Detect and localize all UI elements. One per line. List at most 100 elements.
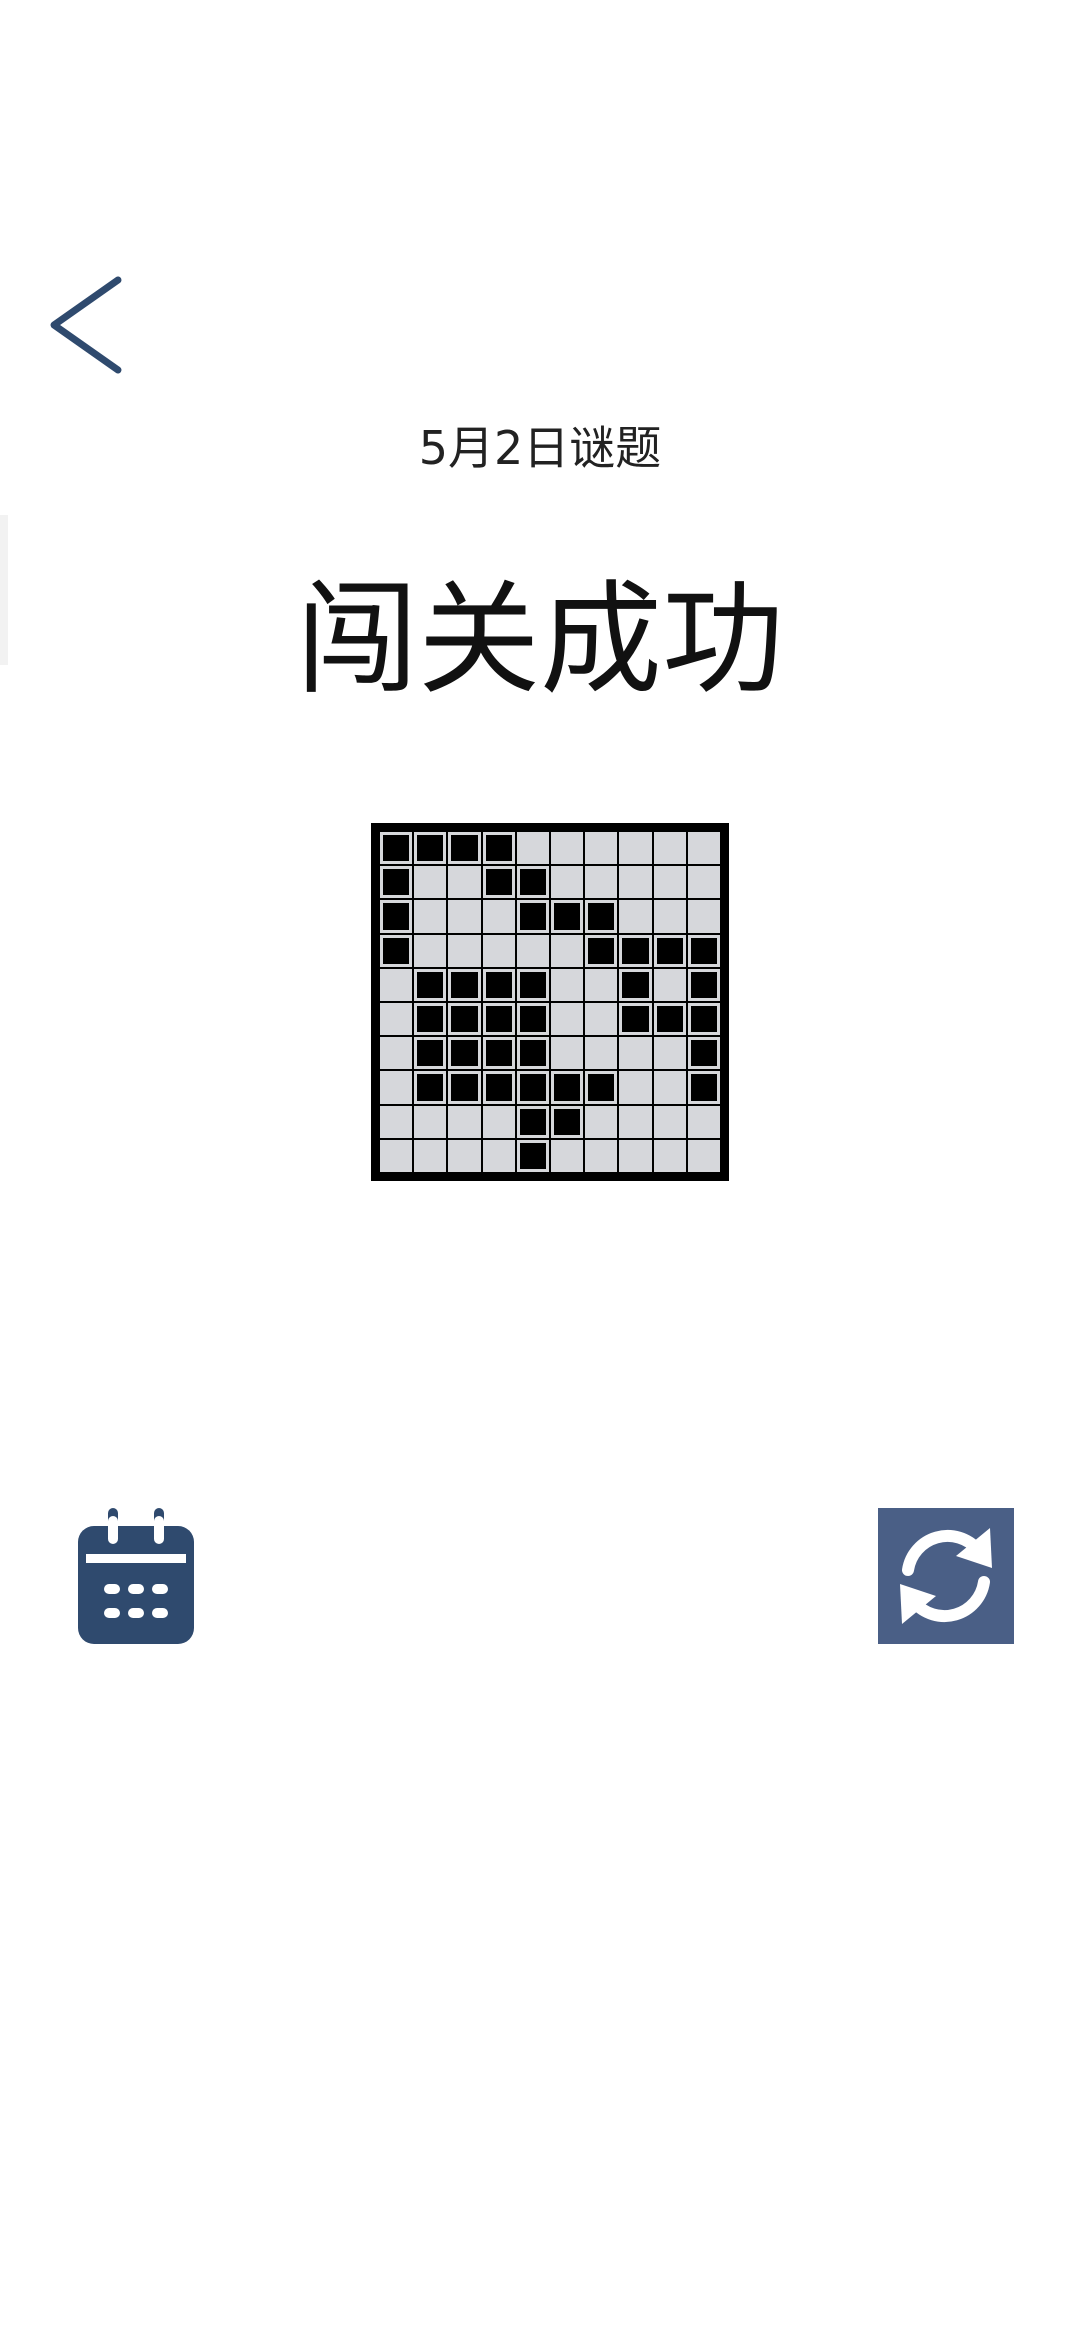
grid-cell-empty[interactable] — [414, 866, 447, 899]
grid-cell-empty[interactable] — [551, 832, 584, 865]
grid-cell-empty[interactable] — [380, 1105, 413, 1138]
grid-cell-empty[interactable] — [653, 1037, 686, 1070]
grid-cell-empty[interactable] — [653, 968, 686, 1001]
grid-cell-empty[interactable] — [551, 968, 584, 1001]
grid-cell-filled[interactable] — [448, 1037, 481, 1070]
grid-cell-filled[interactable] — [653, 934, 686, 967]
grid-cell-filled[interactable] — [619, 1003, 652, 1036]
grid-cell-filled[interactable] — [482, 1003, 515, 1036]
grid-cell-filled[interactable] — [414, 1071, 447, 1104]
grid-cell-filled[interactable] — [414, 1037, 447, 1070]
grid-cell-filled[interactable] — [414, 832, 447, 865]
grid-cell-filled[interactable] — [516, 900, 549, 933]
grid-cell-empty[interactable] — [380, 1003, 413, 1036]
grid-cell-filled[interactable] — [516, 1037, 549, 1070]
grid-cell-empty[interactable] — [653, 866, 686, 899]
grid-cell-filled[interactable] — [619, 968, 652, 1001]
grid-cell-empty[interactable] — [380, 1071, 413, 1104]
grid-cell-filled[interactable] — [551, 1071, 584, 1104]
grid-cell-filled[interactable] — [380, 900, 413, 933]
grid-cell-empty[interactable] — [653, 900, 686, 933]
grid-cell-filled[interactable] — [448, 1071, 481, 1104]
grid-cell-filled[interactable] — [516, 866, 549, 899]
grid-cell-filled[interactable] — [516, 1003, 549, 1036]
grid-cell-filled[interactable] — [482, 1037, 515, 1070]
refresh-button[interactable] — [878, 1508, 1014, 1644]
grid-cell-empty[interactable] — [482, 1139, 515, 1172]
grid-cell-empty[interactable] — [414, 900, 447, 933]
grid-cell-filled[interactable] — [482, 1071, 515, 1104]
grid-cell-empty[interactable] — [448, 900, 481, 933]
grid-cell-filled[interactable] — [687, 968, 720, 1001]
grid-cell-filled[interactable] — [482, 866, 515, 899]
grid-cell-empty[interactable] — [585, 1003, 618, 1036]
grid-cell-empty[interactable] — [551, 1037, 584, 1070]
grid-cell-filled[interactable] — [551, 900, 584, 933]
grid-cell-filled[interactable] — [551, 1105, 584, 1138]
grid-cell-filled[interactable] — [585, 934, 618, 967]
grid-cell-empty[interactable] — [380, 1139, 413, 1172]
grid-cell-empty[interactable] — [619, 1105, 652, 1138]
grid-cell-empty[interactable] — [448, 866, 481, 899]
grid-cell-filled[interactable] — [516, 1105, 549, 1138]
grid-cell-empty[interactable] — [687, 832, 720, 865]
grid-cell-empty[interactable] — [414, 1139, 447, 1172]
grid-cell-empty[interactable] — [448, 1105, 481, 1138]
grid-cell-empty[interactable] — [619, 866, 652, 899]
grid-cell-filled[interactable] — [687, 1071, 720, 1104]
grid-cell-empty[interactable] — [619, 900, 652, 933]
grid-cell-empty[interactable] — [619, 1037, 652, 1070]
grid-cell-empty[interactable] — [619, 1139, 652, 1172]
grid-cell-filled[interactable] — [482, 832, 515, 865]
grid-cell-filled[interactable] — [380, 866, 413, 899]
grid-cell-filled[interactable] — [448, 968, 481, 1001]
grid-cell-empty[interactable] — [585, 866, 618, 899]
grid-cell-filled[interactable] — [414, 968, 447, 1001]
grid-cell-filled[interactable] — [380, 832, 413, 865]
calendar-button[interactable] — [78, 1508, 194, 1644]
grid-cell-empty[interactable] — [687, 1105, 720, 1138]
grid-cell-filled[interactable] — [414, 1003, 447, 1036]
grid-cell-empty[interactable] — [482, 934, 515, 967]
grid-cell-empty[interactable] — [585, 1037, 618, 1070]
back-button[interactable] — [40, 270, 130, 380]
grid-cell-filled[interactable] — [516, 1139, 549, 1172]
grid-cell-empty[interactable] — [551, 866, 584, 899]
grid-cell-empty[interactable] — [619, 832, 652, 865]
grid-cell-filled[interactable] — [448, 1003, 481, 1036]
grid-cell-empty[interactable] — [414, 1105, 447, 1138]
grid-cell-empty[interactable] — [551, 1139, 584, 1172]
grid-cell-filled[interactable] — [516, 1071, 549, 1104]
grid-cell-empty[interactable] — [687, 1139, 720, 1172]
grid-cell-filled[interactable] — [619, 934, 652, 967]
grid-cell-empty[interactable] — [653, 1139, 686, 1172]
grid-cell-empty[interactable] — [516, 832, 549, 865]
grid-cell-empty[interactable] — [585, 1139, 618, 1172]
grid-cell-filled[interactable] — [482, 968, 515, 1001]
grid-cell-empty[interactable] — [516, 934, 549, 967]
grid-cell-empty[interactable] — [619, 1071, 652, 1104]
grid-cell-empty[interactable] — [482, 1105, 515, 1138]
grid-cell-filled[interactable] — [448, 832, 481, 865]
grid-cell-empty[interactable] — [551, 1003, 584, 1036]
grid-cell-empty[interactable] — [585, 832, 618, 865]
grid-cell-empty[interactable] — [687, 866, 720, 899]
grid-cell-empty[interactable] — [551, 934, 584, 967]
grid-cell-empty[interactable] — [585, 968, 618, 1001]
grid-cell-empty[interactable] — [653, 1105, 686, 1138]
grid-cell-filled[interactable] — [516, 968, 549, 1001]
grid-cell-empty[interactable] — [380, 1037, 413, 1070]
grid-cell-filled[interactable] — [687, 1003, 720, 1036]
grid-cell-empty[interactable] — [448, 934, 481, 967]
grid-cell-empty[interactable] — [482, 900, 515, 933]
grid-cell-empty[interactable] — [414, 934, 447, 967]
grid-cell-filled[interactable] — [585, 1071, 618, 1104]
grid-cell-empty[interactable] — [653, 832, 686, 865]
grid-cell-filled[interactable] — [687, 934, 720, 967]
grid-cell-empty[interactable] — [585, 1105, 618, 1138]
grid-cell-filled[interactable] — [687, 1037, 720, 1070]
grid-cell-empty[interactable] — [653, 1071, 686, 1104]
grid-cell-empty[interactable] — [380, 968, 413, 1001]
grid-cell-empty[interactable] — [687, 900, 720, 933]
grid-cell-empty[interactable] — [448, 1139, 481, 1172]
